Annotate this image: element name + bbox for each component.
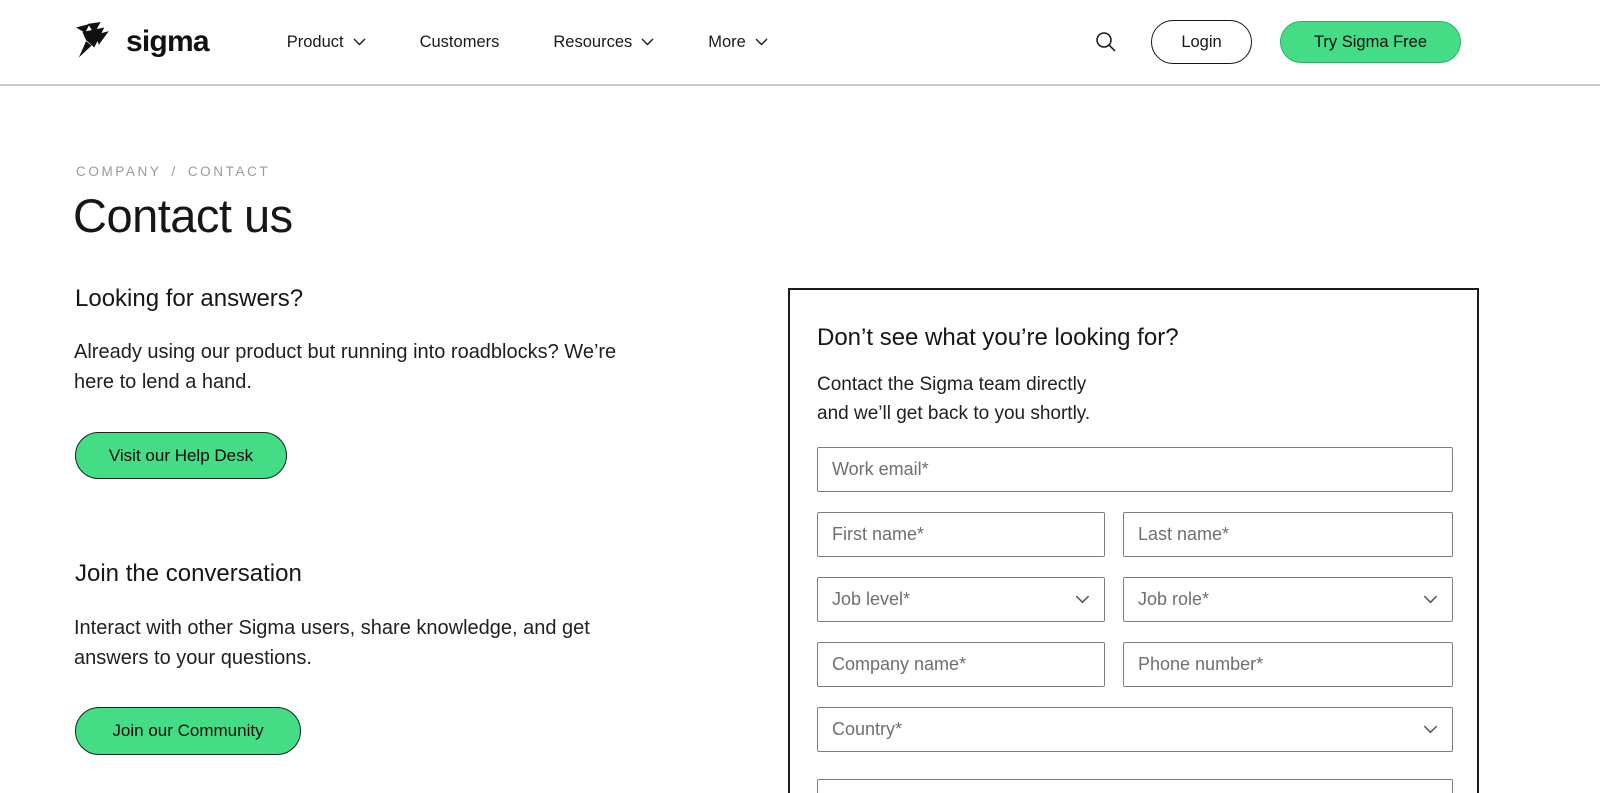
chevron-down-icon <box>1423 595 1438 604</box>
company-name-field[interactable] <box>817 642 1105 687</box>
contact-page: sigma Product Customers Resources More L… <box>0 0 1600 793</box>
nav-item-label: Customers <box>419 32 500 51</box>
sigma-logo[interactable]: sigma <box>75 22 210 62</box>
contact-form-subtext: Contact the Sigma team directly and we’l… <box>817 370 1453 428</box>
top-navigation-bar: sigma Product Customers Resources More L… <box>0 0 1600 86</box>
search-icon[interactable] <box>1095 30 1119 54</box>
sigma-wordmark: sigma <box>126 25 210 58</box>
community-text-line: Interact with other Sigma users, share k… <box>74 617 590 639</box>
sigma-bird-icon <box>76 22 109 58</box>
nav-item-resources[interactable]: Resources <box>553 33 654 52</box>
chevron-down-icon <box>641 38 654 46</box>
country-placeholder: Country* <box>832 719 903 739</box>
nav-item-label: Product <box>286 32 344 51</box>
last-name-field[interactable] <box>1123 512 1453 557</box>
help-text-line: Already using our product but running in… <box>74 341 617 363</box>
header-actions: Login Try Sigma Free <box>1095 20 1461 64</box>
phone-number-field[interactable] <box>1123 642 1453 687</box>
main-nav: Product Customers Resources More <box>287 33 768 52</box>
nav-item-label: Resources <box>553 32 633 51</box>
job-level-placeholder: Job level* <box>832 589 911 609</box>
nav-item-label: More <box>708 32 746 51</box>
chevron-down-icon <box>1423 725 1438 734</box>
help-section-text: Already using our product but running in… <box>74 338 616 397</box>
nav-item-product[interactable]: Product <box>287 33 366 52</box>
contact-form-heading: Don’t see what you’re looking for? <box>817 324 1179 351</box>
page-title: Contact us <box>73 189 293 242</box>
chevron-down-icon <box>1075 595 1090 604</box>
community-section-text: Interact with other Sigma users, share k… <box>74 614 590 673</box>
breadcrumb-contact[interactable]: CONTACT <box>188 164 270 179</box>
job-level-select[interactable]: Job level* <box>817 577 1105 622</box>
try-sigma-free-button[interactable]: Try Sigma Free <box>1280 21 1461 63</box>
first-name-field[interactable] <box>817 512 1105 557</box>
country-select[interactable]: Country* <box>817 707 1453 752</box>
help-text-line: here to lend a hand. <box>74 370 252 393</box>
job-role-placeholder: Job role* <box>1138 589 1210 609</box>
job-role-select[interactable]: Job role* <box>1123 577 1453 622</box>
breadcrumb-separator: / <box>171 164 178 179</box>
nav-item-more[interactable]: More <box>708 33 768 52</box>
breadcrumb: COMPANY / CONTACT <box>76 164 270 179</box>
join-community-button[interactable]: Join our Community <box>75 707 301 755</box>
login-button[interactable]: Login <box>1151 20 1252 64</box>
community-section-heading: Join the conversation <box>75 560 302 587</box>
chevron-down-icon <box>353 38 366 46</box>
contact-form: Job level* Job role* Country* <box>817 447 1453 793</box>
breadcrumb-company[interactable]: COMPANY <box>76 164 161 179</box>
chevron-down-icon <box>755 38 768 46</box>
contact-form-card: Don’t see what you’re looking for? Conta… <box>788 288 1479 793</box>
work-email-field[interactable] <box>817 447 1453 492</box>
nav-item-customers[interactable]: Customers <box>420 33 500 52</box>
visit-help-desk-button[interactable]: Visit our Help Desk <box>75 432 287 479</box>
partial-bottom-field[interactable] <box>817 779 1453 793</box>
contact-form-subtext-line: and we’ll get back to you shortly. <box>817 403 1091 424</box>
community-text-line: answers to your questions. <box>74 646 312 669</box>
help-section-heading: Looking for answers? <box>75 285 304 312</box>
contact-form-subtext-line: Contact the Sigma team directly <box>817 374 1087 395</box>
